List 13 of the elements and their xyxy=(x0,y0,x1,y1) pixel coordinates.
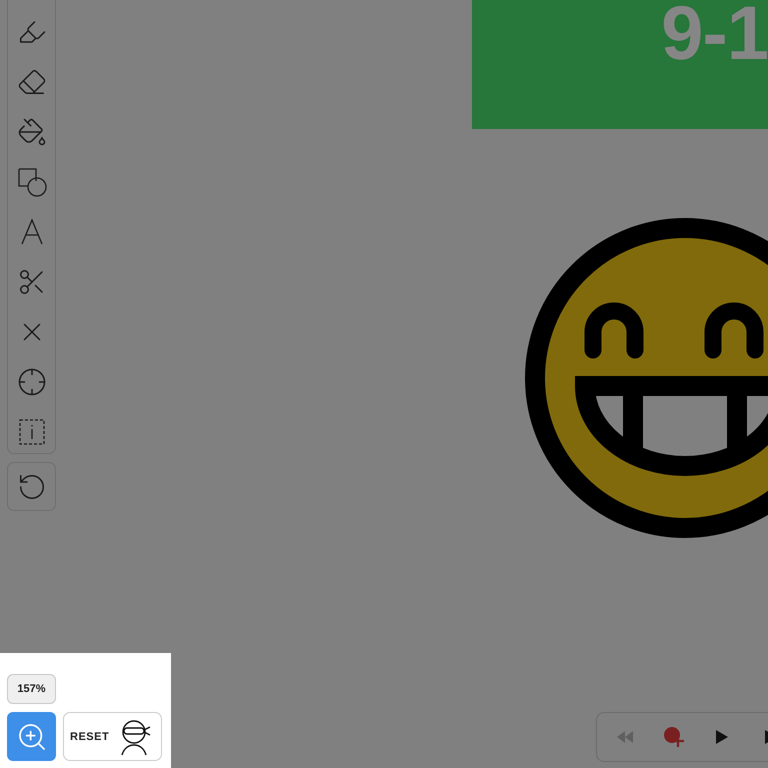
play-icon xyxy=(716,730,728,744)
zoom-in-button[interactable] xyxy=(7,712,56,761)
shapes-icon xyxy=(16,166,48,198)
reset-button[interactable]: RESET xyxy=(63,712,162,761)
record-add-icon xyxy=(662,726,685,748)
rewind-icon xyxy=(616,731,634,743)
undo-button[interactable] xyxy=(7,462,56,511)
letter-a-icon xyxy=(18,218,44,246)
zoom-level: 157% xyxy=(7,674,56,704)
dashed-selection-icon xyxy=(18,418,46,446)
card-label: 9-1 xyxy=(661,0,768,72)
crosshair-icon xyxy=(16,366,46,396)
paint-bucket-icon xyxy=(16,116,46,146)
